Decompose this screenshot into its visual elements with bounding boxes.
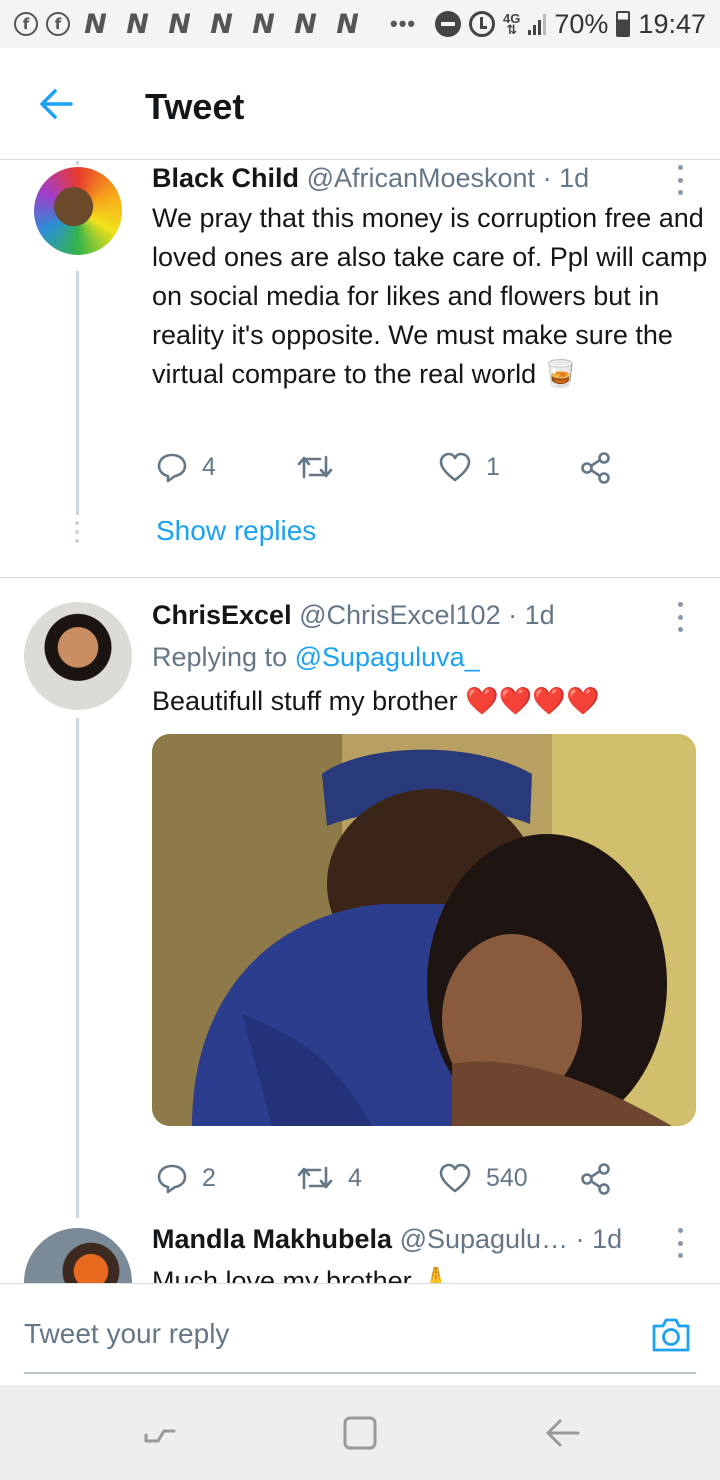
do-not-disturb-icon xyxy=(435,11,462,37)
replying-to-handle[interactable]: @Supaguluva_ xyxy=(295,642,480,672)
share-button[interactable] xyxy=(580,1162,612,1196)
back-arrow-icon[interactable] xyxy=(38,86,74,122)
network-4g-icon: 4G ⇅ xyxy=(503,12,520,36)
app-bar: Tweet xyxy=(0,48,720,160)
clock: 19:47 xyxy=(638,8,706,39)
share-button[interactable] xyxy=(580,451,612,485)
n-icon: N xyxy=(126,8,149,40)
home-icon[interactable] xyxy=(338,1411,382,1455)
more-options-icon[interactable] xyxy=(672,1228,688,1258)
like-button[interactable]: 1 xyxy=(438,451,500,483)
more-options-icon[interactable] xyxy=(672,165,688,195)
reply-input-underline xyxy=(24,1372,696,1374)
replies-feed[interactable]: Black Child @AfricanMoeskont · 1d We pra… xyxy=(0,161,720,1283)
tweet-header: ChrisExcel @ChrisExcel102 · 1d xyxy=(152,600,555,631)
heart-icon xyxy=(439,452,471,482)
thread-dots xyxy=(75,521,79,543)
notification-icons: f f N N N N N N N ••• xyxy=(14,9,416,40)
more-notifications-icon: ••• xyxy=(390,11,417,36)
signal-icon xyxy=(528,13,547,35)
thread-line xyxy=(76,718,79,1218)
n-icon: N xyxy=(84,8,107,40)
avatar[interactable] xyxy=(24,1228,132,1283)
thread-line xyxy=(76,271,79,515)
n-icon: N xyxy=(336,8,359,40)
battery-icon xyxy=(616,11,631,37)
tweet-actions: 4 1 xyxy=(152,451,632,491)
back-nav-icon[interactable] xyxy=(540,1411,584,1455)
like-count: 1 xyxy=(486,452,500,481)
tweet-text: Beautifull stuff my brother ❤️❤️❤️❤️ xyxy=(152,686,600,716)
reply-count: 2 xyxy=(202,1163,216,1192)
reply-icon xyxy=(157,453,187,483)
author-name[interactable]: Black Child xyxy=(152,163,299,193)
avatar[interactable] xyxy=(24,602,132,710)
system-nav-bar xyxy=(0,1385,720,1480)
n-icon: N xyxy=(168,8,191,40)
reply-tweet[interactable]: ChrisExcel @ChrisExcel102 · 1d Replying … xyxy=(0,578,720,1218)
replying-to-prefix: Replying to xyxy=(152,642,295,672)
tweet-media-image[interactable] xyxy=(152,734,696,1126)
facebook-icon: f xyxy=(14,12,38,36)
reply-icon xyxy=(157,1164,187,1194)
retweet-count: 4 xyxy=(348,1163,362,1192)
retweet-icon xyxy=(297,455,333,479)
replying-to: Replying to @Supaguluva_ xyxy=(152,642,480,673)
show-replies-link[interactable]: Show replies xyxy=(156,515,316,547)
tweet-text: Much love my brother 🙏 xyxy=(152,1266,453,1283)
reply-tweet[interactable]: Black Child @AfricanMoeskont · 1d We pra… xyxy=(0,161,720,577)
reply-tweet[interactable]: Mandla Makhubela @Supagulu… · 1d Much lo… xyxy=(0,1218,720,1283)
author-handle[interactable]: @Supagulu… xyxy=(400,1224,569,1254)
reply-composer: Tweet your reply xyxy=(0,1283,720,1385)
reply-count: 4 xyxy=(202,452,216,481)
alarm-icon xyxy=(469,11,496,37)
tweet-actions: 2 4 540 xyxy=(152,1162,632,1202)
reply-button[interactable]: 4 xyxy=(156,451,216,483)
author-name[interactable]: ChrisExcel xyxy=(152,600,292,630)
thread-line xyxy=(76,161,79,165)
n-icon: N xyxy=(252,8,275,40)
retweet-button[interactable] xyxy=(296,451,348,483)
media-photo xyxy=(152,734,696,1126)
facebook-icon: f xyxy=(46,12,70,36)
reply-input[interactable]: Tweet your reply xyxy=(24,1318,229,1350)
system-icons: 4G ⇅ 70% 19:47 xyxy=(435,9,706,40)
tweet-text: We pray that this money is corruption fr… xyxy=(152,203,708,389)
like-button[interactable]: 540 xyxy=(438,1162,528,1194)
author-handle[interactable]: @ChrisExcel102 xyxy=(299,600,501,630)
more-options-icon[interactable] xyxy=(672,602,688,632)
avatar[interactable] xyxy=(34,167,122,255)
n-icon: N xyxy=(210,8,233,40)
share-icon xyxy=(581,1163,610,1195)
recent-apps-icon[interactable] xyxy=(138,1411,182,1455)
author-name[interactable]: Mandla Makhubela xyxy=(152,1224,392,1254)
retweet-icon xyxy=(297,1166,333,1190)
heart-icon xyxy=(439,1163,471,1193)
retweet-button[interactable]: 4 xyxy=(296,1162,362,1194)
camera-icon[interactable] xyxy=(650,1314,692,1354)
tweet-time: · 1d xyxy=(508,600,555,630)
n-icon: N xyxy=(294,8,317,40)
share-icon xyxy=(581,452,610,484)
like-count: 540 xyxy=(486,1163,528,1192)
tweet-time: · 1d xyxy=(575,1224,623,1254)
tweet-time: · 1d xyxy=(542,163,590,193)
battery-percent: 70% xyxy=(554,8,609,39)
status-bar: f f N N N N N N N ••• 4G ⇅ 70% 19:47 xyxy=(0,0,720,48)
reply-button[interactable]: 2 xyxy=(156,1162,216,1194)
tweet-header: Black Child @AfricanMoeskont · 1d xyxy=(152,163,589,194)
author-handle[interactable]: @AfricanMoeskont xyxy=(307,163,536,193)
tweet-header: Mandla Makhubela @Supagulu… · 1d xyxy=(152,1224,622,1255)
page-title: Tweet xyxy=(145,86,245,127)
